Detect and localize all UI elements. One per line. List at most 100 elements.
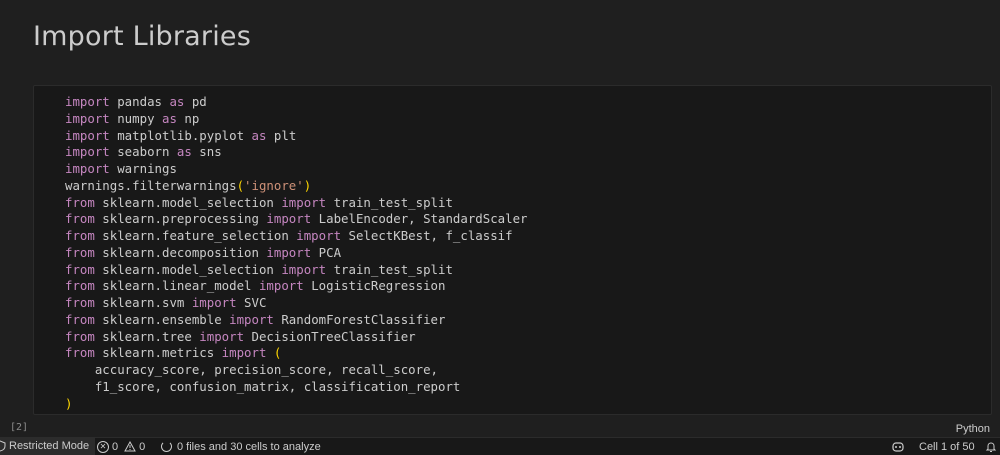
code-token: from xyxy=(65,295,95,310)
code-token: sklearn.ensemble xyxy=(94,311,230,327)
code-line: import warnings xyxy=(65,161,528,178)
code-token: ) xyxy=(65,395,73,411)
analysis-text: 0 files and 30 cells to analyze xyxy=(177,440,321,453)
code-token: plt xyxy=(266,127,297,143)
code-token: import xyxy=(65,127,110,143)
code-token: as xyxy=(169,94,185,109)
code-line: from sklearn.tree import DecisionTreeCla… xyxy=(65,329,528,346)
code-token: numpy xyxy=(109,110,162,126)
code-line: from sklearn.model_selection import trai… xyxy=(65,262,528,279)
code-token: from xyxy=(65,211,95,227)
code-token: import xyxy=(281,261,327,277)
code-token: sklearn.svm xyxy=(94,295,192,310)
code-editor[interactable]: import pandas as pd import numpy as np imp… xyxy=(65,94,528,412)
loading-spinner-icon xyxy=(161,441,172,452)
code-token: f1_score, confusion_matrix, classificati… xyxy=(65,378,461,394)
cell-language-label[interactable]: Python xyxy=(956,423,990,435)
code-cell[interactable]: import pandas as pd import numpy as np imp… xyxy=(33,85,992,415)
code-token: from xyxy=(65,328,95,344)
code-line: from sklearn.preprocessing import LabelE… xyxy=(65,211,528,228)
code-line: f1_score, confusion_matrix, classificati… xyxy=(65,379,528,396)
code-token: import xyxy=(266,244,312,260)
code-line: from sklearn.linear_model import Logisti… xyxy=(65,278,528,295)
code-token: from xyxy=(65,228,95,243)
notebook-editor: Import Libraries import pandas as pd impo… xyxy=(0,0,1000,437)
code-token: ) xyxy=(303,177,312,193)
code-token: ( xyxy=(236,177,245,193)
code-token: sklearn.preprocessing xyxy=(94,211,267,227)
shield-icon xyxy=(0,440,6,452)
warning-count: 0 xyxy=(139,440,146,453)
code-line: ) xyxy=(65,396,528,413)
code-token: import xyxy=(191,295,237,310)
code-line: import pandas as pd xyxy=(65,94,528,111)
restricted-mode-label: Restricted Mode xyxy=(9,440,90,452)
execution-count: [2] xyxy=(10,422,29,433)
code-token: import xyxy=(229,311,274,327)
code-token: import xyxy=(266,211,312,227)
code-token: import xyxy=(65,110,110,126)
problems-indicator[interactable]: ✕ 0 0 xyxy=(97,438,145,455)
code-token: from xyxy=(65,278,95,294)
code-line: from sklearn.decomposition import PCA xyxy=(65,245,528,262)
code-token: sklearn.decomposition xyxy=(94,244,267,260)
code-token: 'ignore' xyxy=(244,177,304,193)
code-line: import seaborn as sns xyxy=(65,144,528,161)
error-count: 0 xyxy=(112,440,119,453)
error-icon: ✕ xyxy=(97,440,109,453)
code-token: import xyxy=(65,161,110,176)
code-line: from sklearn.feature_selection import Se… xyxy=(65,228,528,245)
code-token: from xyxy=(65,244,95,260)
code-token: import xyxy=(199,328,245,344)
notifications-button[interactable] xyxy=(985,438,997,455)
code-token: train_test_split xyxy=(326,261,453,277)
code-token: from xyxy=(65,194,95,210)
restricted-mode-indicator[interactable]: Restricted Mode xyxy=(0,437,96,455)
code-token: pandas xyxy=(109,94,170,109)
code-token: sklearn.model_selection xyxy=(94,261,282,277)
code-token: matplotlib.pyplot xyxy=(109,127,252,143)
code-token: import xyxy=(296,228,342,243)
code-token: sklearn.feature_selection xyxy=(94,228,297,243)
code-line: import matplotlib.pyplot as plt xyxy=(65,128,528,145)
code-token: RandomForestClassifier xyxy=(273,311,446,327)
code-token: as xyxy=(251,127,267,143)
code-token: as xyxy=(161,110,177,126)
warning-icon xyxy=(124,441,136,452)
code-line: from sklearn.svm import SVC xyxy=(65,295,528,312)
code-token: sns xyxy=(191,144,222,160)
code-token: SelectKBest, f_classif xyxy=(341,228,513,243)
code-token: warnings xyxy=(109,161,177,176)
code-token: sklearn.tree xyxy=(94,328,200,344)
analysis-status[interactable]: 0 files and 30 cells to analyze xyxy=(161,438,321,455)
code-token: warnings.filterwarnings xyxy=(65,177,237,193)
code-token: import xyxy=(65,144,110,160)
status-bar: Restricted Mode ✕ 0 0 0 files and 30 cel… xyxy=(0,437,1000,455)
code-line: from sklearn.metrics import ( xyxy=(65,345,528,362)
cell-position[interactable]: Cell 1 of 50 xyxy=(919,438,975,455)
code-token: import xyxy=(281,194,327,210)
code-token: accuracy_score, precision_score, recall_… xyxy=(65,362,438,377)
code-token: import xyxy=(221,345,267,361)
code-token: from xyxy=(65,311,95,327)
code-token: train_test_split xyxy=(326,194,453,210)
code-token: seaborn xyxy=(109,144,177,160)
code-token: ( xyxy=(273,345,282,361)
code-line: accuracy_score, precision_score, recall_… xyxy=(65,362,528,379)
code-token: pd xyxy=(184,94,207,109)
code-token: DecisionTreeClassifier xyxy=(244,328,416,344)
code-token: LogisticRegression xyxy=(303,278,446,294)
copilot-status[interactable] xyxy=(891,438,905,455)
code-line: from sklearn.ensemble import RandomFores… xyxy=(65,312,528,329)
code-token: import xyxy=(65,94,110,109)
copilot-icon xyxy=(891,441,905,453)
code-token: import xyxy=(258,278,304,294)
code-token: sklearn.metrics xyxy=(94,345,222,361)
code-token: LabelEncoder, StandardScaler xyxy=(311,211,528,227)
code-line: import numpy as np xyxy=(65,111,528,128)
code-token: SVC xyxy=(236,295,267,310)
code-token: sklearn.model_selection xyxy=(94,194,282,210)
code-token: np xyxy=(176,110,200,126)
code-token: from xyxy=(65,345,95,361)
